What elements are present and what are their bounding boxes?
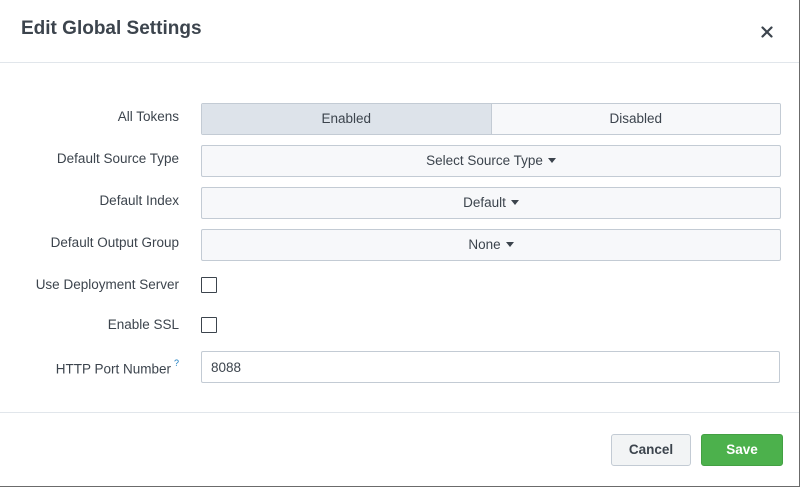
default-source-type-dropdown[interactable]: Select Source Type (201, 145, 781, 177)
http-port-number-input[interactable] (201, 351, 780, 383)
cancel-button[interactable]: Cancel (611, 434, 691, 466)
all-tokens-toggle: Enabled Disabled (201, 103, 781, 135)
default-source-type-row: Default Source Type Select Source Type (0, 145, 799, 177)
default-index-label: Default Index (99, 193, 179, 208)
all-tokens-row: All Tokens Enabled Disabled (0, 103, 799, 135)
dialog-header: Edit Global Settings (0, 0, 799, 63)
caret-down-icon (547, 158, 556, 163)
enable-ssl-row: Enable SSL (0, 311, 799, 343)
help-icon[interactable]: ? (174, 358, 179, 368)
edit-global-settings-dialog: Edit Global Settings All Tokens Enabled … (0, 0, 800, 487)
caret-down-icon (510, 200, 519, 205)
default-source-type-label: Default Source Type (56, 151, 179, 166)
caret-down-icon (505, 242, 514, 247)
all-tokens-label: All Tokens (117, 109, 179, 124)
http-port-number-label: HTTP Port Number? (56, 351, 179, 383)
default-index-value: Default (463, 195, 506, 210)
save-button[interactable]: Save (701, 434, 783, 466)
enable-ssl-checkbox[interactable] (201, 317, 217, 333)
use-deployment-server-checkbox[interactable] (201, 277, 217, 293)
use-deployment-server-label: Use Deployment Server (35, 277, 179, 292)
all-tokens-disabled-button[interactable]: Disabled (491, 104, 780, 134)
use-deployment-server-row: Use Deployment Server (0, 271, 799, 303)
close-icon[interactable] (756, 20, 778, 42)
default-output-group-value: None (468, 237, 501, 252)
default-source-type-value: Select Source Type (426, 153, 543, 168)
default-output-group-label: Default Output Group (50, 235, 179, 250)
default-output-group-dropdown[interactable]: None (201, 229, 781, 261)
default-index-dropdown[interactable]: Default (201, 187, 781, 219)
http-port-number-label-text: HTTP Port Number (55, 361, 171, 377)
dialog-title: Edit Global Settings (21, 18, 202, 39)
http-port-number-row: HTTP Port Number? (0, 351, 799, 383)
default-index-row: Default Index Default (0, 187, 799, 219)
enable-ssl-label: Enable SSL (107, 317, 179, 332)
dialog-footer: Cancel Save (0, 412, 799, 487)
default-output-group-row: Default Output Group None (0, 229, 799, 261)
all-tokens-enabled-button[interactable]: Enabled (202, 104, 492, 134)
